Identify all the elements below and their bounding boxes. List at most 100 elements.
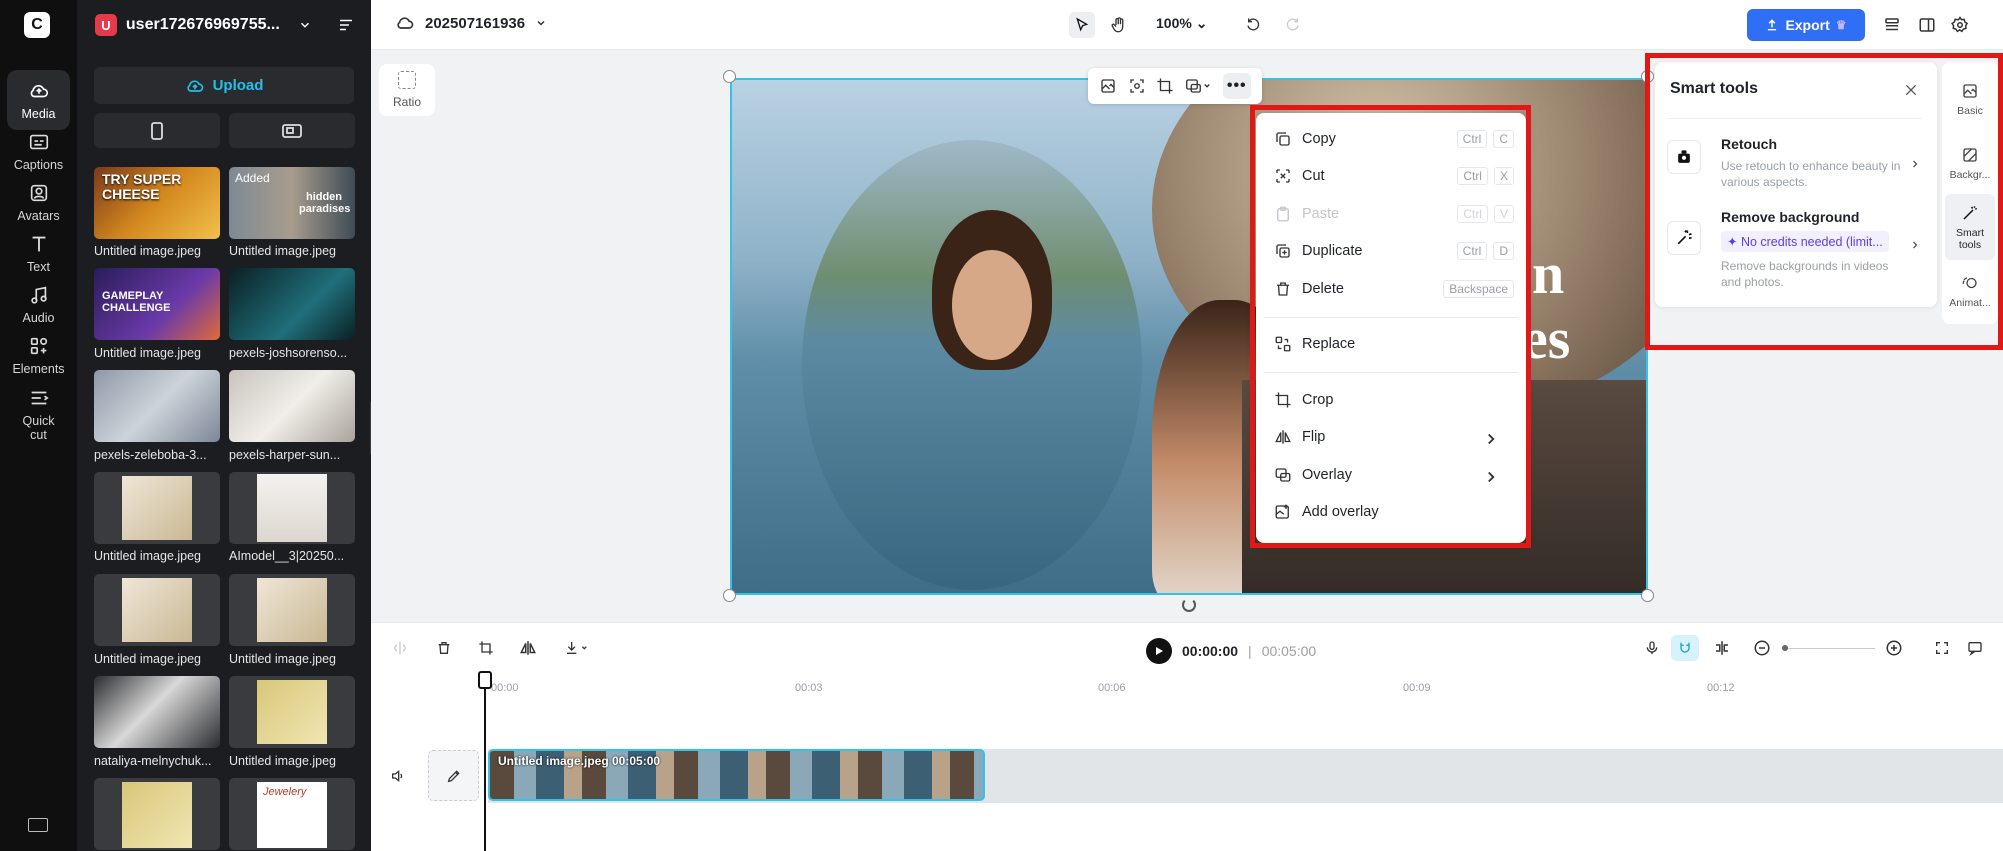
export-button[interactable]: Export ♛: [1747, 9, 1865, 41]
image-replace-icon[interactable]: [1099, 77, 1117, 95]
media-thumbnail[interactable]: [94, 574, 220, 646]
media-item-label: Untitled image.jpeg: [229, 652, 337, 666]
media-thumbnail[interactable]: TRY SUPER CHEESE: [94, 167, 220, 239]
ratio-button[interactable]: Ratio: [379, 64, 435, 116]
music-note-icon: [30, 286, 47, 304]
landscape-filter-button[interactable]: [229, 113, 355, 148]
user-switcher[interactable]: U user172676969755...: [95, 12, 355, 38]
portrait-filter-button[interactable]: [94, 113, 220, 148]
project-name-menu[interactable]: 202507161936: [395, 13, 547, 33]
split-track-icon: [1716, 641, 1728, 655]
media-thumbnail[interactable]: [94, 676, 220, 748]
avatar-icon: [30, 184, 47, 201]
mute-track-button[interactable]: [387, 765, 409, 787]
elements-icon: [30, 337, 47, 354]
media-thumbnail[interactable]: [229, 574, 355, 646]
fullscreen-icon: [1936, 642, 1948, 654]
crop-icon: [479, 641, 493, 655]
panel-layout-button[interactable]: [1914, 12, 1940, 38]
export-upload-icon: [1768, 19, 1777, 31]
rail-item-elements[interactable]: Elements: [7, 325, 70, 385]
timecode-display: 00:00:00 | 00:05:00: [1146, 638, 1316, 664]
delete-clip-button[interactable]: [433, 637, 455, 659]
media-item-label: pexels-joshsorenso...: [229, 346, 348, 360]
fit-timeline-button[interactable]: [1931, 637, 1953, 659]
magnet-snap-button[interactable]: [1671, 635, 1699, 661]
settings-button[interactable]: [1947, 12, 1973, 38]
cloud-sync-icon: [397, 17, 414, 29]
username: user172676969755...: [125, 16, 280, 33]
crop-icon[interactable]: [1156, 77, 1174, 95]
zoom-dropdown[interactable]: 100% ⌄: [1156, 15, 1207, 32]
media-thumbnail[interactable]: [94, 370, 220, 442]
resize-handle[interactable]: [723, 589, 736, 602]
playhead[interactable]: [484, 672, 486, 851]
cloud-upload-icon: [186, 79, 203, 92]
ruler-tick-label: 00:03: [795, 682, 823, 694]
overlay-dropdown-icon[interactable]: [1184, 77, 1212, 95]
resize-handle[interactable]: [1641, 589, 1654, 602]
rail-item-quick-cut[interactable]: Quick cut: [7, 378, 70, 450]
play-button[interactable]: [1146, 638, 1172, 664]
media-thumbnail[interactable]: Added hidden paradises: [229, 167, 355, 239]
undo-button[interactable]: [1241, 12, 1267, 38]
split-view-button[interactable]: [1711, 637, 1733, 659]
gear-icon: [1951, 16, 1969, 33]
app-logo[interactable]: C: [24, 12, 50, 38]
hand-tool-button[interactable]: [1106, 12, 1132, 38]
flip-clip-button[interactable]: [517, 637, 539, 659]
timeline-panel: 00:00:00 | 00:05:00 00:00 00:03 00:06 00…: [371, 622, 2003, 851]
ruler-tick-label: 00:12: [1707, 682, 1735, 694]
media-panel: U user172676969755... Upload TRY SUPER C…: [77, 0, 371, 851]
media-thumbnail[interactable]: [229, 268, 355, 340]
layers-button[interactable]: [1879, 12, 1905, 38]
split-icon: [393, 642, 407, 654]
phone-portrait-icon: [151, 121, 163, 140]
download-dropdown[interactable]: [559, 637, 595, 659]
undo-icon: [1247, 18, 1260, 31]
added-badge: Added: [235, 171, 270, 185]
timeline-clip[interactable]: Untitled image.jpeg 00:05:00: [488, 749, 985, 801]
keyboard-icon[interactable]: [28, 818, 48, 832]
media-thumbnail[interactable]: [229, 472, 355, 544]
microphone-icon: [1646, 641, 1658, 654]
download-icon: [567, 642, 587, 654]
redo-button[interactable]: [1279, 12, 1305, 38]
cursor-icon: [1076, 17, 1089, 32]
media-thumbnail[interactable]: [94, 778, 220, 850]
media-thumbnail[interactable]: [229, 370, 355, 442]
media-thumbnail[interactable]: GAMEPLAY CHALLENGE: [94, 268, 220, 340]
record-voice-button[interactable]: [1641, 637, 1663, 659]
resize-handle[interactable]: [723, 70, 736, 83]
media-item-label: Untitled image.jpeg: [94, 244, 202, 258]
more-options-button[interactable]: •••: [1222, 73, 1251, 99]
media-item-label: nataliya-melnychuk...: [94, 754, 212, 768]
sort-list-icon[interactable]: [337, 16, 355, 34]
clip-label: Untitled image.jpeg 00:05:00: [498, 754, 661, 768]
cloud-media-icon: [30, 84, 48, 97]
cover-edit-button[interactable]: [428, 750, 479, 801]
message-icon: [1968, 642, 1982, 656]
crop-clip-button[interactable]: [475, 637, 497, 659]
feedback-button[interactable]: [1964, 637, 1986, 659]
media-thumbnail[interactable]: Jewelery: [229, 778, 355, 850]
zoom-slider[interactable]: [1782, 645, 1875, 651]
focus-frame-icon[interactable]: [1128, 77, 1146, 95]
select-tool-button[interactable]: [1069, 12, 1095, 38]
quick-cut-icon: [31, 391, 49, 404]
media-item-label: Untitled image.jpeg: [94, 346, 202, 360]
media-thumbnail[interactable]: [229, 676, 355, 748]
zoom-out-button[interactable]: [1751, 637, 1773, 659]
split-button[interactable]: [389, 637, 411, 659]
playhead-handle[interactable]: [478, 671, 492, 689]
upload-button[interactable]: Upload: [94, 67, 354, 104]
rotate-handle-icon[interactable]: [1182, 598, 1196, 612]
play-icon: [1156, 647, 1163, 655]
zoom-in-button[interactable]: [1883, 637, 1905, 659]
media-item-label: Untitled image.jpeg: [94, 549, 202, 563]
top-bar: 202507161936 100% ⌄ Export ♛: [371, 0, 2003, 50]
current-time: 00:00:00: [1182, 643, 1239, 659]
trash-icon: [438, 642, 450, 654]
text-icon: [32, 236, 45, 251]
media-thumbnail[interactable]: [94, 472, 220, 544]
